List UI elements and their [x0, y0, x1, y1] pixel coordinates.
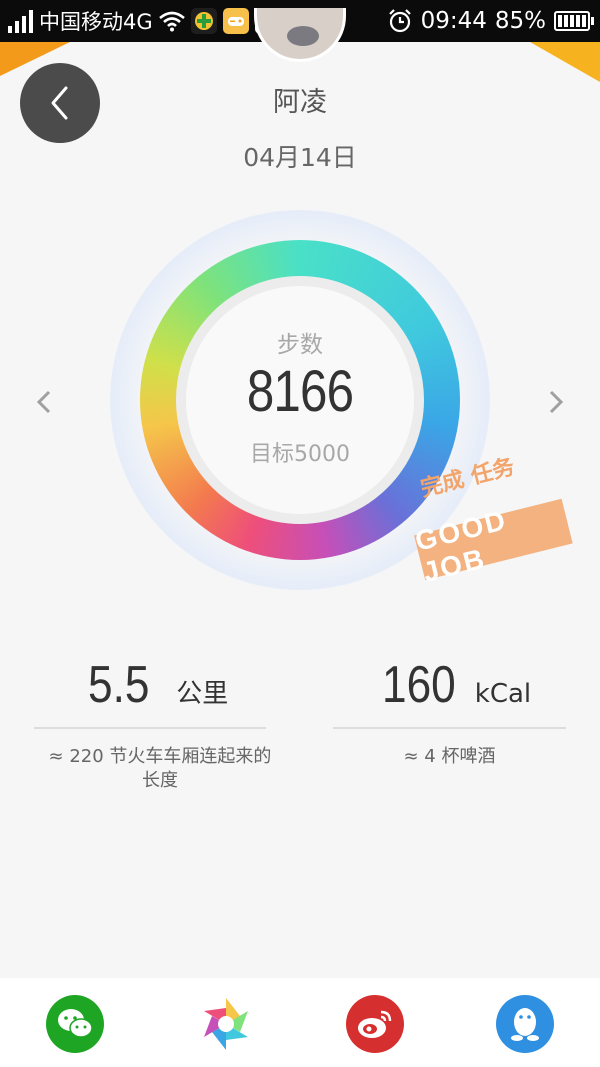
- wifi-icon: [158, 11, 185, 32]
- weibo-icon: [358, 1010, 392, 1038]
- signal-icon: [8, 9, 33, 33]
- battery-icon: [554, 11, 594, 31]
- chevron-left-icon: [36, 390, 51, 414]
- share-moments-button[interactable]: [197, 995, 255, 1053]
- steps-value: 8166: [246, 359, 354, 424]
- calories-value: 160: [382, 656, 456, 714]
- calories-unit: kCal: [474, 679, 532, 709]
- calories-description: ≈ 4 杯啤酒: [403, 746, 496, 767]
- previous-day-button[interactable]: [32, 388, 56, 416]
- alarm-icon: [388, 9, 411, 33]
- distance-description: ≈ 220 节火车车厢连起来的长度: [48, 746, 272, 791]
- carrier-name: 中国移动4G: [39, 10, 153, 34]
- wechat-icon: [58, 1009, 93, 1038]
- avatar[interactable]: [254, 8, 346, 62]
- corner-decoration-right: [530, 42, 600, 82]
- divider: [333, 727, 566, 729]
- status-time: 09:44: [420, 8, 487, 34]
- distance-value: 5.5: [88, 656, 150, 714]
- stamp-main-text: GOOD JOB: [411, 504, 511, 588]
- user-name: 阿凌: [273, 87, 327, 118]
- share-weibo-button[interactable]: [346, 995, 404, 1053]
- game-app-icon: [222, 8, 249, 34]
- calories-metric: 160 kCal: [382, 655, 531, 715]
- moments-icon: [204, 998, 248, 1050]
- date-label: 04月14日: [243, 143, 357, 172]
- battery-percent: 85%: [494, 8, 546, 34]
- distance-metric: 5.5 公里: [88, 655, 228, 715]
- share-wechat-button[interactable]: [46, 995, 104, 1053]
- distance-unit: 公里: [176, 679, 229, 709]
- steps-label: 步数: [277, 332, 323, 358]
- divider: [34, 727, 266, 729]
- app-notification-icon: [190, 8, 217, 34]
- share-qq-button[interactable]: [496, 995, 554, 1053]
- stamp-box: GOOD JOB: [412, 498, 573, 588]
- qq-icon: [511, 1008, 539, 1041]
- next-day-button[interactable]: [544, 388, 568, 416]
- chevron-right-icon: [549, 390, 564, 414]
